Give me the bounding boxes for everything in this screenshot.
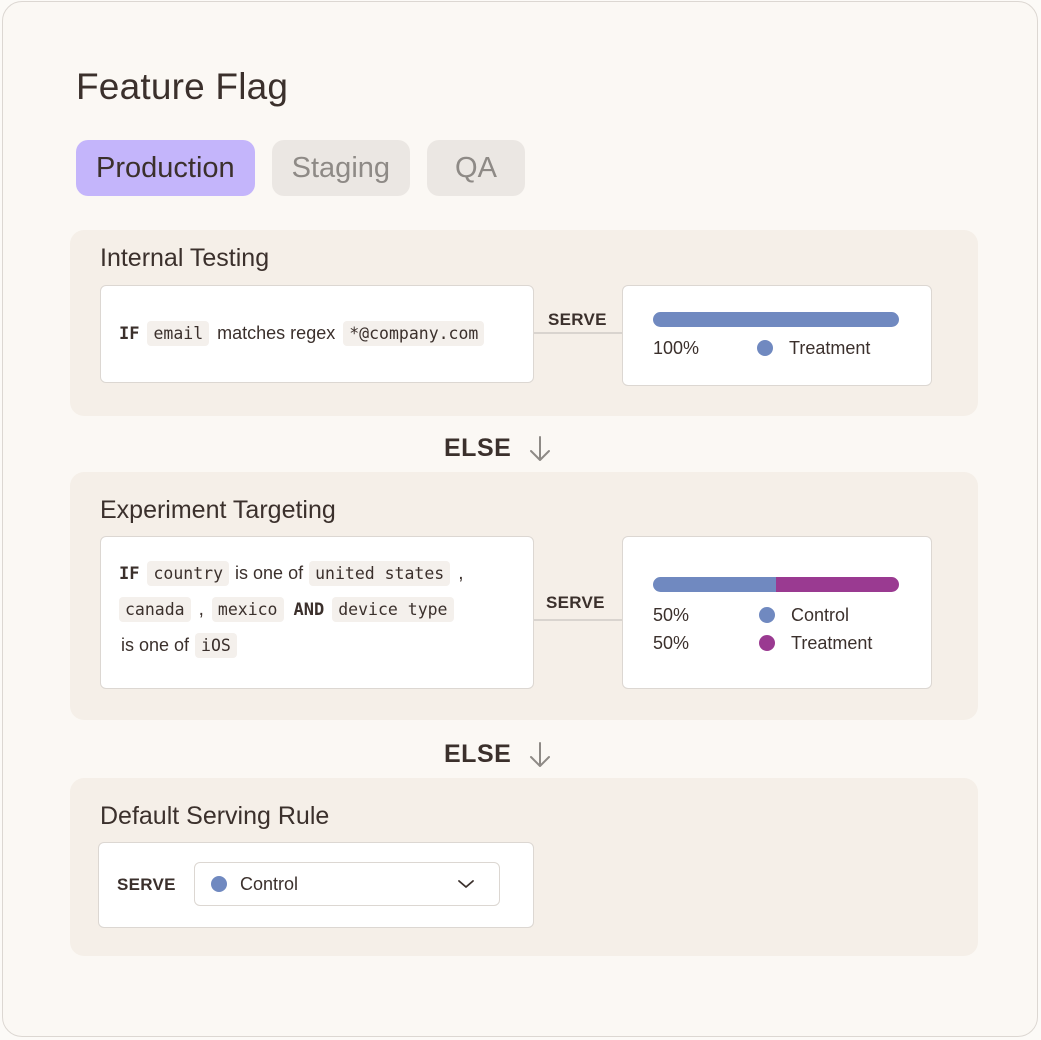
value-chip: canada	[119, 597, 191, 622]
else-label: ELSE	[444, 740, 512, 768]
attribute-chip: email	[147, 321, 210, 346]
and-keyword: AND	[293, 599, 325, 620]
value-chip: mexico	[211, 597, 284, 622]
value-chip: united states	[309, 561, 451, 586]
treatment-dot-icon	[757, 340, 773, 356]
chevron-down-icon	[458, 880, 474, 888]
attribute-chip: device type	[332, 597, 454, 622]
serve-split-card[interactable]: 100% Treatment	[622, 285, 932, 386]
rule-title: Experiment Targeting	[100, 496, 336, 524]
connector-line	[534, 332, 622, 334]
variation-label: Treatment	[791, 633, 873, 653]
rule-experiment-targeting: Experiment Targeting IF country is one o…	[70, 472, 978, 720]
split-segment-control	[653, 577, 776, 592]
condition-card[interactable]: IF email matches regex *@company.com	[100, 285, 534, 383]
control-dot-icon	[211, 876, 227, 892]
else-divider: ELSE	[444, 434, 551, 463]
selected-variation: Control	[240, 874, 299, 894]
operator-text: matches regex	[217, 323, 336, 343]
page-title: Feature Flag	[76, 66, 289, 107]
rule-title: Internal Testing	[100, 244, 270, 272]
variation-label: Control	[791, 605, 850, 625]
treatment-dot-icon	[759, 635, 775, 651]
else-label: ELSE	[444, 434, 512, 462]
serve-label: SERVE	[117, 875, 176, 894]
tab-qa[interactable]: QA	[427, 140, 525, 196]
else-divider: ELSE	[444, 740, 551, 769]
split-bar	[653, 312, 899, 327]
operator-text: is one of	[235, 563, 304, 583]
rule-title: Default Serving Rule	[100, 802, 330, 830]
environment-tabs: Production Staging QA	[76, 140, 525, 196]
default-serve-card: SERVE Control	[98, 842, 534, 928]
default-serving-rule: Default Serving Rule SERVE Control	[70, 778, 978, 956]
split-percent: 50%	[653, 605, 690, 625]
value-chip: *@company.com	[343, 321, 485, 346]
tab-production[interactable]: Production	[76, 140, 255, 196]
variation-label: Treatment	[789, 338, 871, 358]
attribute-chip: country	[147, 561, 230, 586]
arrow-down-icon	[530, 741, 551, 767]
rule-internal-testing: Internal Testing IF email matches regex …	[70, 230, 978, 416]
serve-label: SERVE	[544, 310, 611, 330]
if-keyword: IF	[119, 323, 140, 344]
condition-card[interactable]: IF country is one of united states , can…	[100, 536, 534, 689]
split-segment-treatment	[653, 312, 899, 327]
serve-label: SERVE	[542, 593, 609, 613]
variation-select[interactable]: Control	[194, 862, 500, 906]
arrow-down-icon	[530, 435, 551, 461]
split-bar	[653, 577, 899, 592]
split-percent: 100%	[653, 338, 700, 358]
value-chip: iOS	[195, 633, 237, 658]
operator-text: is one of	[121, 635, 190, 655]
if-keyword: IF	[119, 563, 140, 584]
separator: ,	[198, 598, 204, 620]
connector-line	[534, 619, 622, 621]
tab-staging[interactable]: Staging	[271, 140, 411, 196]
split-percent: 50%	[653, 633, 690, 653]
serve-split-card[interactable]: 50% Control 50% Treatment	[622, 536, 932, 689]
control-dot-icon	[759, 607, 775, 623]
split-segment-treatment	[776, 577, 899, 592]
separator: ,	[458, 562, 464, 584]
